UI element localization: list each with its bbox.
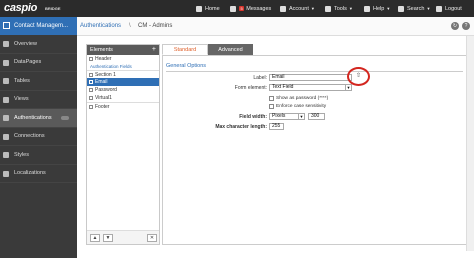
element-virtual1[interactable]: Virtual1 xyxy=(87,94,159,102)
field-width-input[interactable]: 300 xyxy=(308,113,325,120)
mail-icon xyxy=(230,5,236,12)
property-tabs: Standard Advanced xyxy=(162,44,253,55)
chevron-down-icon: ▼ xyxy=(426,6,431,11)
tools-icon xyxy=(325,5,331,12)
element-header[interactable]: Header xyxy=(87,55,159,63)
tables-icon xyxy=(3,78,9,84)
messages-badge: 5 xyxy=(239,6,245,11)
general-options-heading: General Options xyxy=(166,63,207,69)
nav-search[interactable]: Search ▼ xyxy=(398,0,430,17)
element-password[interactable]: Password xyxy=(87,86,159,94)
form-element-select[interactable]: Text Field ▼ xyxy=(269,84,352,91)
bridge-label: BRIDGE xyxy=(45,6,61,11)
field-width-label: Field width: xyxy=(239,114,267,120)
highlight-circle xyxy=(347,67,370,86)
overview-icon xyxy=(3,41,9,47)
sidebar-item-styles[interactable]: Styles xyxy=(0,146,77,165)
field-icon xyxy=(89,80,93,84)
globe-icon xyxy=(3,170,9,177)
views-icon xyxy=(3,96,9,103)
element-section-1[interactable]: Section 1 xyxy=(87,70,159,78)
delete-element-button[interactable]: ✕ xyxy=(147,234,157,242)
enforce-case-checkbox[interactable] xyxy=(269,104,274,109)
help-circle-icon[interactable]: ? xyxy=(462,22,470,30)
field-icon xyxy=(89,96,93,100)
chevron-down-icon: ▼ xyxy=(310,6,315,11)
caspio-logo[interactable]: caspio xyxy=(4,2,37,14)
expand-toggle[interactable] xyxy=(61,116,69,120)
chevron-down-icon: ▼ xyxy=(348,6,353,11)
connections-icon xyxy=(3,133,9,140)
datapages-icon xyxy=(3,59,9,66)
element-footer[interactable]: Footer xyxy=(87,102,159,110)
sidebar: Contact Managem... Overview DataPages Ta… xyxy=(0,17,77,258)
elements-toolbar: ▲ ▼ ✕ xyxy=(87,230,159,244)
sidebar-item-localizations[interactable]: Localizations xyxy=(0,165,77,183)
app-selector[interactable]: Contact Managem... xyxy=(0,17,77,35)
chevron-down-icon: ▼ xyxy=(345,85,351,90)
field-icon xyxy=(89,88,93,92)
sidebar-item-connections[interactable]: Connections xyxy=(0,128,77,146)
app-icon xyxy=(3,22,10,29)
tab-standard[interactable]: Standard xyxy=(162,44,208,55)
tab-advanced[interactable]: Advanced xyxy=(208,44,253,55)
breadcrumb-separator: \ xyxy=(129,22,131,29)
top-bar: caspio BRIDGE Home 5 Messages Account ▼ … xyxy=(0,0,474,17)
label-field-label: Label: xyxy=(253,75,267,81)
properties-panel: General Options Label: Email Form elemen… xyxy=(162,55,467,245)
breadcrumb: Authentications \ CM - Admins ↻ ? xyxy=(77,17,474,36)
section-icon xyxy=(89,105,93,109)
enforce-case-label: Enforce case sensitivity xyxy=(276,104,327,109)
add-element-button[interactable]: + xyxy=(152,45,156,54)
logout-icon xyxy=(436,5,442,12)
nav-logout[interactable]: Logout xyxy=(436,0,462,17)
sidebar-item-views[interactable]: Views xyxy=(0,91,77,109)
move-up-button[interactable]: ▲ xyxy=(90,234,100,242)
field-width-unit-select[interactable]: Pixels ▼ xyxy=(269,113,305,120)
elements-panel: Elements + Header Authentication Fields … xyxy=(86,44,160,245)
element-email[interactable]: Email xyxy=(87,78,159,86)
show-password-checkbox[interactable] xyxy=(269,96,274,101)
nav-help[interactable]: Help ▼ xyxy=(364,0,390,17)
breadcrumb-authentications[interactable]: Authentications xyxy=(80,23,121,29)
section-icon xyxy=(89,73,93,77)
nav-home[interactable]: Home xyxy=(196,0,220,17)
styles-icon xyxy=(3,152,9,158)
chevron-down-icon: ▼ xyxy=(298,114,304,119)
max-length-label: Max character length: xyxy=(215,124,267,130)
section-icon xyxy=(89,57,93,61)
nav-tools[interactable]: Tools ▼ xyxy=(325,0,353,17)
chevron-down-icon: ▼ xyxy=(386,6,391,11)
sidebar-item-overview[interactable]: Overview xyxy=(0,35,77,54)
account-icon xyxy=(280,5,286,12)
sidebar-item-datapages[interactable]: DataPages xyxy=(0,54,77,72)
search-icon xyxy=(398,5,404,12)
scrollbar[interactable] xyxy=(466,36,474,251)
divider xyxy=(166,71,463,72)
max-length-input[interactable]: 255 xyxy=(269,123,284,130)
nav-account[interactable]: Account ▼ xyxy=(280,0,315,17)
form-element-label: Form element: xyxy=(234,85,267,91)
nav-messages[interactable]: 5 Messages xyxy=(230,0,271,17)
show-password-label: Show as password (****) xyxy=(276,96,329,101)
authentication-fields-heading: Authentication Fields xyxy=(90,64,132,69)
elements-header: Elements + xyxy=(87,45,159,55)
sidebar-item-tables[interactable]: Tables xyxy=(0,72,77,91)
breadcrumb-current: CM - Admins xyxy=(138,23,173,29)
refresh-icon[interactable]: ↻ xyxy=(451,22,459,30)
label-input[interactable]: Email xyxy=(269,74,352,81)
move-down-button[interactable]: ▼ xyxy=(103,234,113,242)
sidebar-item-authentications[interactable]: Authentications xyxy=(0,109,77,128)
lock-icon xyxy=(3,115,9,121)
home-icon xyxy=(196,5,202,12)
help-icon xyxy=(364,5,370,12)
